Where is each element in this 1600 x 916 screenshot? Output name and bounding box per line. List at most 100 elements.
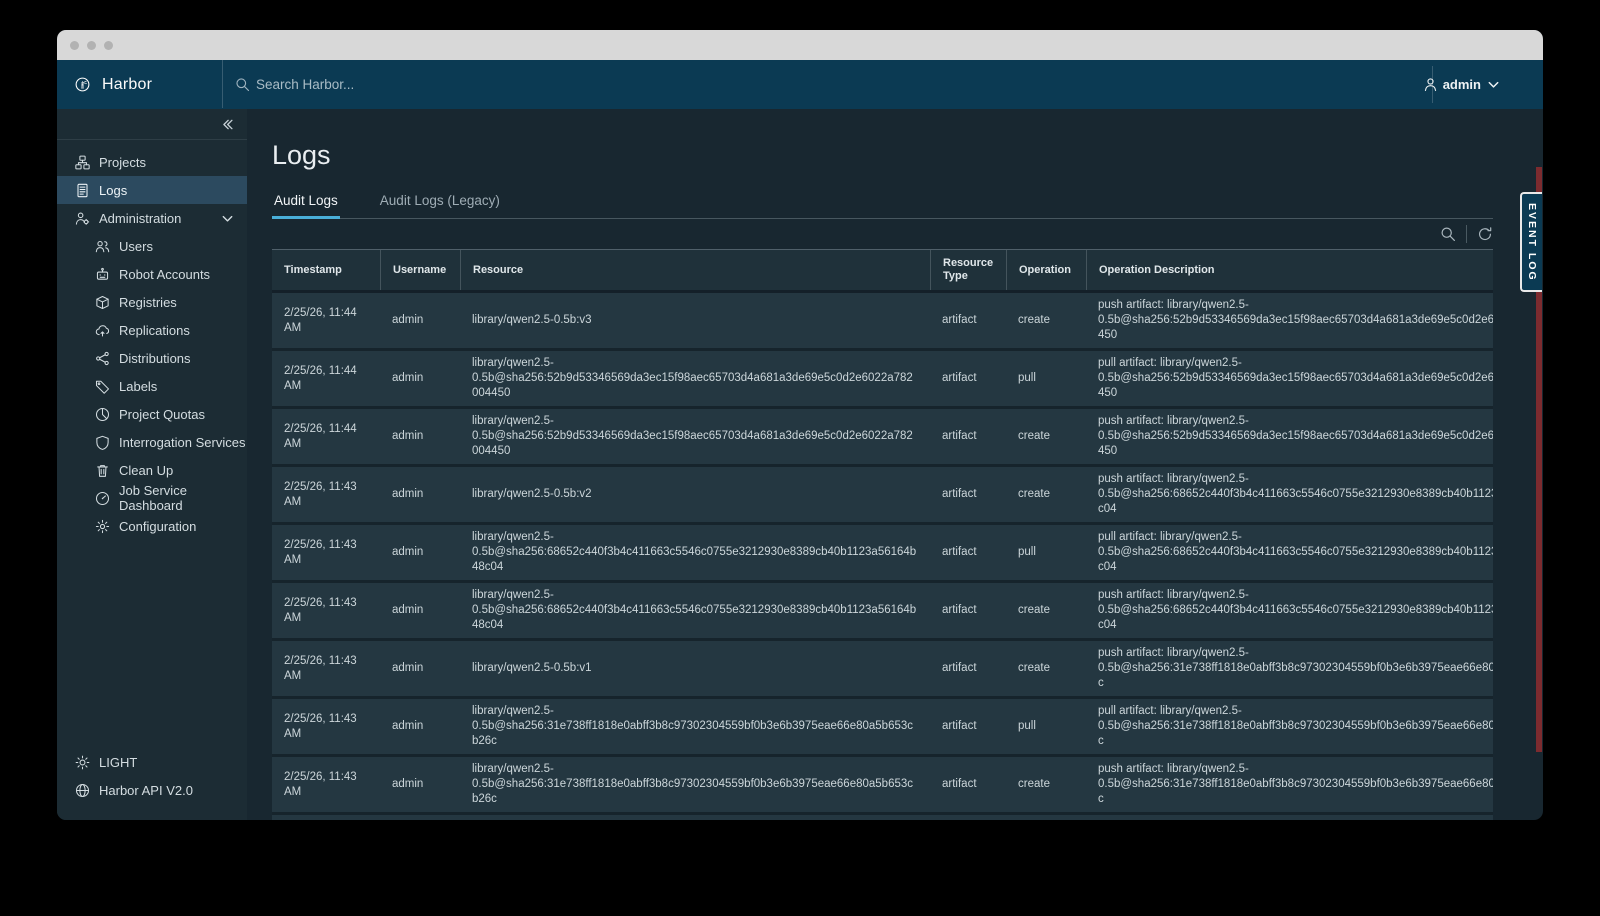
gear-icon xyxy=(95,519,110,534)
cell-timestamp: 2/25/26, 11:44 AM xyxy=(272,351,380,406)
user-menu[interactable]: admin xyxy=(1423,77,1501,92)
description-text: pull artifact: library/qwen2.5-0.5b@sha2… xyxy=(1098,530,1493,575)
table-row: 2/25/26, 11:43 AMadminlibrary/qwen2.5-0.… xyxy=(272,641,1493,699)
description-text: push artifact: library/qwen2.5-0.5b@sha2… xyxy=(1098,414,1493,459)
quota-icon xyxy=(95,407,110,422)
toolbar-divider xyxy=(1466,225,1467,243)
cell-resource-type: artifact xyxy=(930,583,1006,638)
sidebar-item-logs[interactable]: Logs xyxy=(57,176,247,204)
cell-resource-type: artifact xyxy=(930,757,1006,812)
description-text: push artifact: library/qwen2.5-0.5b@sha2… xyxy=(1098,298,1493,343)
sidebar-item-configuration[interactable]: Configuration xyxy=(57,512,247,540)
table-row: 2/25/26, 11:43 AMadminlibrary/qwen2.5-0.… xyxy=(272,467,1493,525)
sidebar-item-project-quotas[interactable]: Project Quotas xyxy=(57,400,247,428)
registries-icon xyxy=(95,295,110,310)
replications-icon xyxy=(95,323,110,338)
gauge-icon xyxy=(95,491,110,506)
tab-audit-logs[interactable]: Audit Logs xyxy=(272,187,340,219)
description-text: push artifact: library/qwen2.5-0.5b@sha2… xyxy=(1098,588,1493,633)
sidebar-item-distributions[interactable]: Distributions xyxy=(57,344,247,372)
cell-resource-type: artifact xyxy=(930,641,1006,696)
sidebar-item-job-service-dashboard[interactable]: Job Service Dashboard xyxy=(57,484,247,512)
sidebar-item-clean-up[interactable]: Clean Up xyxy=(57,456,247,484)
column-header-timestamp: Timestamp xyxy=(272,250,380,290)
global-search[interactable]: Search Harbor... xyxy=(235,77,354,92)
sidebar-item-label: Users xyxy=(119,239,153,254)
sidebar-item-registries[interactable]: Registries xyxy=(57,288,247,316)
window-titlebar xyxy=(57,30,1543,60)
main-panel: Logs Audit Logs Audit Logs (Legacy) xyxy=(247,109,1543,820)
cell-resource-type: artifact xyxy=(930,351,1006,406)
cell-username: admin xyxy=(380,525,460,580)
sidebar-item-replications[interactable]: Replications xyxy=(57,316,247,344)
cell-operation-description: push artifact: library/qwen2.5-0.5b@sha2… xyxy=(1086,467,1493,522)
cell-username: admin xyxy=(380,409,460,464)
cell-username: admin xyxy=(380,351,460,406)
sidebar-item-theme-toggle[interactable]: LIGHT xyxy=(57,748,247,776)
sidebar-item-administration[interactable]: Administration xyxy=(57,204,247,232)
brand[interactable]: Harbor xyxy=(57,76,152,94)
tab-audit-logs-legacy[interactable]: Audit Logs (Legacy) xyxy=(378,187,502,219)
cell-operation-description: push artifact: library/qwen2.5-0.5b@sha2… xyxy=(1086,409,1493,464)
brand-name: Harbor xyxy=(102,76,152,94)
cell-operation-description: pull artifact: library/qwen2.5-0.5b@sha2… xyxy=(1086,525,1493,580)
sidebar-item-labels[interactable]: Labels xyxy=(57,372,247,400)
projects-icon xyxy=(75,155,90,170)
page-title: Logs xyxy=(272,135,1493,175)
column-header-username: Username xyxy=(380,250,460,290)
table-header-row: TimestampUsernameResourceResource TypeOp… xyxy=(272,249,1493,293)
cell-username: admin xyxy=(380,293,460,348)
sidebar-item-users[interactable]: Users xyxy=(57,232,247,260)
cell-timestamp: 2/25/26, 11:43 AM xyxy=(272,583,380,638)
table-body: 2/25/26, 11:44 AMadminlibrary/qwen2.5-0.… xyxy=(272,293,1493,820)
cell-operation-description: push artifact: library/qwen2.5-0.5b@sha2… xyxy=(1086,641,1493,696)
window-minimize-button[interactable] xyxy=(87,41,96,50)
sidebar-item-interrogation-services[interactable]: Interrogation Services xyxy=(57,428,247,456)
sidebar-item-robot-accounts[interactable]: Robot Accounts xyxy=(57,260,247,288)
window-maximize-button[interactable] xyxy=(104,41,113,50)
cell-resource-type: artifact xyxy=(930,815,1006,820)
table-toolbar xyxy=(272,219,1493,249)
cell-timestamp: 2/25/26, 11:43 AM xyxy=(272,699,380,754)
sidebar-footer: LIGHTHarbor API V2.0 xyxy=(57,748,247,804)
sidebar: ProjectsLogs Administration Users Robot Acc… xyxy=(57,109,247,820)
chevron-down-icon xyxy=(1486,77,1501,92)
cell-timestamp: 2/25/26, 11:39 AM xyxy=(272,815,380,820)
event-log-drawer-tab[interactable]: EVENT LOG xyxy=(1520,192,1542,292)
logs-icon xyxy=(75,183,90,198)
sidebar-item-label: Labels xyxy=(119,379,157,394)
description-text: push artifact: library/qwen2.5-0.5b@sha2… xyxy=(1098,762,1493,807)
cell-resource: library/qwen2.5-0.5b@sha256:52b9d5334656… xyxy=(460,409,930,464)
cell-operation-description: pull artifact: library/qwen2.5-0.5b@sha2… xyxy=(1086,699,1493,754)
shield-icon xyxy=(95,435,110,450)
search-icon xyxy=(235,77,250,92)
cell-resource: library/qwen2.5-0.5b@sha256:31e738ff1818… xyxy=(460,757,930,812)
cell-timestamp: 2/25/26, 11:44 AM xyxy=(272,293,380,348)
cell-operation-description: pull artifact: library/qwen2.5-0.5b@sha2… xyxy=(1086,351,1493,406)
cell-timestamp: 2/25/26, 11:43 AM xyxy=(272,757,380,812)
column-label: Timestamp xyxy=(284,264,342,277)
sidebar-item-projects[interactable]: Projects xyxy=(57,148,247,176)
cell-operation-description: push artifact: library/qwen2.5-0.5b@sha2… xyxy=(1086,757,1493,812)
column-label: Operation xyxy=(1019,264,1071,277)
table-row: 2/25/26, 11:39 AMadminlibrary/qwen2.5-0.… xyxy=(272,815,1493,820)
label-icon xyxy=(95,379,110,394)
cell-operation: pull xyxy=(1006,525,1086,580)
window-close-button[interactable] xyxy=(70,41,79,50)
search-icon[interactable] xyxy=(1440,226,1456,242)
sidebar-item-label: Administration xyxy=(99,211,181,226)
cell-operation: create xyxy=(1006,583,1086,638)
refresh-icon[interactable] xyxy=(1477,226,1493,242)
cell-operation: create xyxy=(1006,293,1086,348)
cell-resource: library/qwen2.5-0.5b@sha256:52b9d5334656… xyxy=(460,351,930,406)
cell-username: admin xyxy=(380,757,460,812)
sidebar-item-harbor-api[interactable]: Harbor API V2.0 xyxy=(57,776,247,804)
cell-timestamp: 2/25/26, 11:44 AM xyxy=(272,409,380,464)
column-header-resource-type: Resource Type xyxy=(930,250,1006,290)
sidebar-collapse-button[interactable] xyxy=(57,109,247,140)
administration-icon xyxy=(75,211,90,226)
header-bar: Harbor Search Harbor... admin xyxy=(57,60,1543,109)
column-header-operation-description: Operation Description xyxy=(1086,250,1493,290)
event-log-tab-label: EVENT LOG xyxy=(1526,203,1538,282)
column-header-operation: Operation xyxy=(1006,250,1086,290)
